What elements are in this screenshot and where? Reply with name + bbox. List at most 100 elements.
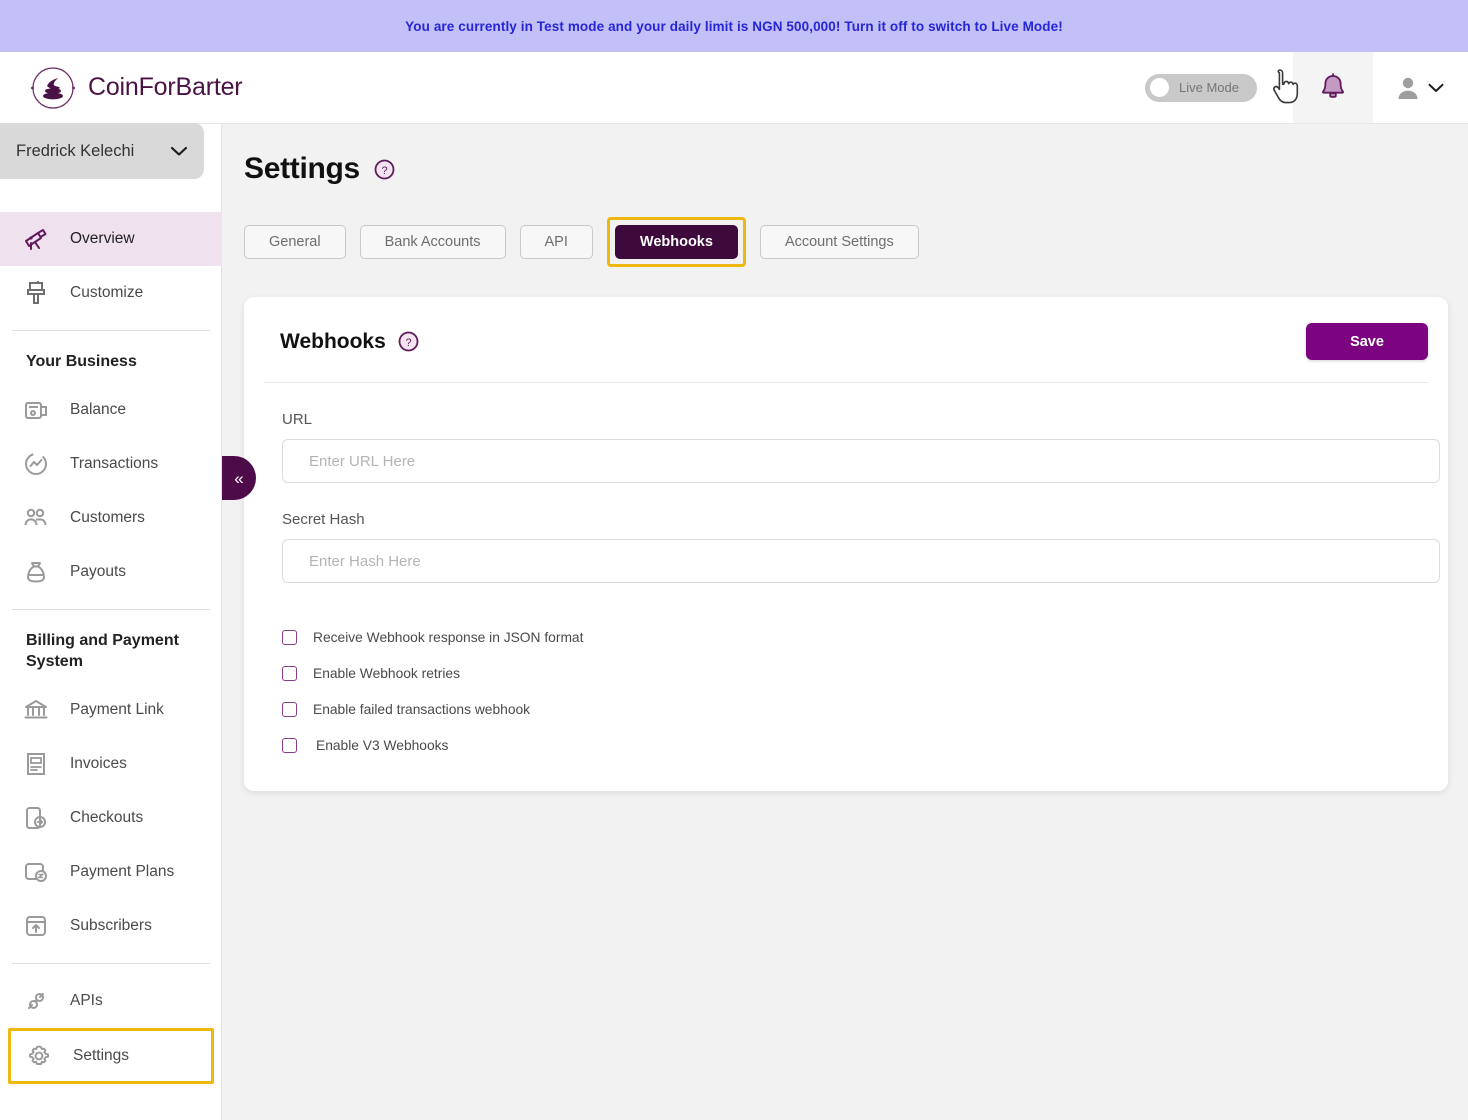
sidebar-item-payouts[interactable]: Payouts [0,545,222,599]
svg-text:?: ? [405,337,411,349]
sidebar-item-payment-link[interactable]: Payment Link [0,683,222,737]
customers-group-icon [22,504,50,532]
url-field-group: URL [264,411,1440,483]
account-menu-button[interactable] [1373,52,1468,123]
sidebar-nav: Overview Customize Your Business Balance… [0,212,222,1084]
page-title: Settings [244,152,360,185]
sidebar-divider-3 [12,962,210,964]
test-mode-banner-text: You are currently in Test mode and your … [405,18,1063,34]
tab-account-settings[interactable]: Account Settings [759,225,919,259]
telescope-icon [22,225,50,253]
sidebar-item-label: Checkouts [70,808,144,826]
chevron-down-icon [170,146,188,157]
chevron-down-icon [1428,83,1444,93]
user-avatar-icon [1397,76,1419,100]
invoice-document-icon [22,750,50,778]
notification-bell-icon [1316,71,1350,105]
checkbox-label: Enable Webhook retries [313,665,460,681]
webhooks-card: Webhooks ? Save URL Secret Hash [244,297,1448,791]
secret-hash-input[interactable] [282,539,1440,583]
sidebar-item-label: Payouts [70,562,127,580]
profile-name: Fredrick Kelechi [16,141,135,160]
checkbox-row-webhook-retries[interactable]: Enable Webhook retries [282,655,1428,691]
sidebar-item-label: Customize [70,284,144,301]
sidebar-item-label: Settings [73,1046,130,1064]
card-header: Webhooks ? Save [264,323,1428,360]
profile-selector[interactable]: Fredrick Kelechi [0,123,204,179]
page-title-row: Settings ? [244,152,1448,186]
transactions-chart-icon [22,450,50,478]
sidebar-item-subscribers[interactable]: Subscribers [0,899,222,953]
checkbox-row-failed-transactions[interactable]: Enable failed transactions webhook [282,691,1428,727]
paint-brush-icon [22,279,50,307]
sidebar-item-label: Payment Plans [70,862,175,880]
sidebar-item-checkouts[interactable]: Checkouts [0,791,222,845]
settings-tabs: General Bank Accounts API Webhooks Accou… [244,217,1448,267]
tab-api[interactable]: API [519,225,593,259]
secret-hash-field-group: Secret Hash [264,511,1440,583]
live-mode-toggle[interactable]: Live Mode [1145,73,1257,102]
sidebar-divider-1 [12,330,210,331]
sidebar-item-payment-plans[interactable]: Payment Plans [0,845,222,899]
top-bar-right: Live Mode [1145,52,1468,123]
checkbox-icon[interactable] [282,737,297,753]
save-button[interactable]: Save [1306,323,1428,360]
sidebar-item-apis[interactable]: APIs [0,974,222,1028]
checkbox-icon[interactable] [282,665,297,681]
url-field-label: URL [282,411,313,428]
sidebar-item-customize[interactable]: Customize [0,266,222,320]
subscribers-icon [22,912,50,940]
checkbox-label: Enable failed transactions webhook [313,701,531,717]
sidebar-item-label: Subscribers [70,916,152,934]
sidebar-item-balance[interactable]: Balance [0,383,222,437]
test-mode-banner: You are currently in Test mode and your … [0,0,1468,52]
tab-bank-accounts[interactable]: Bank Accounts [359,225,506,259]
card-divider [264,382,1428,383]
sidebar-item-settings[interactable]: Settings [8,1027,214,1084]
sidebar-item-label: Overview [70,230,135,247]
url-input[interactable] [282,439,1440,483]
live-mode-label: Live Mode [1179,80,1239,95]
pointer-hand-cursor-icon [1269,66,1303,106]
sidebar-item-invoices[interactable]: Invoices [0,737,222,791]
checkbox-icon[interactable] [282,629,297,645]
checkout-arrow-icon [22,804,50,832]
sidebar-item-label: Balance [70,400,127,418]
question-mark-circle-icon[interactable]: ? [398,331,419,352]
sidebar: Fredrick Kelechi Overview Customize Your… [0,123,222,1120]
sidebar-item-overview[interactable]: Overview [0,212,222,266]
sidebar-item-label: Invoices [70,754,127,772]
double-chevron-left-icon: « [234,468,244,488]
checkbox-label: Enable V3 Webhooks [316,737,449,753]
sidebar-section-your-business: Your Business [26,353,137,370]
sidebar-divider-2 [12,608,210,610]
sidebar-item-label: APIs [70,991,103,1009]
card-title: Webhooks [280,329,386,353]
tab-general[interactable]: General [244,225,346,259]
plug-connector-icon [22,987,50,1015]
brand-logo[interactable]: CoinForBarter [0,65,243,111]
checkbox-row-v3-webhooks[interactable]: Enable V3 Webhooks [282,727,1428,763]
sidebar-item-label: Transactions [70,454,159,472]
sidebar-section-billing: Billing and Payment System [26,631,179,671]
checkbox-row-json-format[interactable]: Receive Webhook response in JSON format [282,619,1428,655]
brand-name: CoinForBarter [88,73,243,101]
notifications-button[interactable] [1273,52,1373,123]
tab-webhooks[interactable]: Webhooks [614,225,738,259]
money-bag-icon [22,558,50,586]
coinforbarter-logo-icon [30,65,76,111]
sidebar-item-label: Payment Link [70,700,164,718]
question-mark-circle-icon[interactable]: ? [374,159,395,180]
sidebar-item-customers[interactable]: Customers [0,491,222,545]
secret-hash-field-label: Secret Hash [282,511,365,528]
webhook-options-list: Receive Webhook response in JSON format … [264,583,1428,763]
checkbox-icon[interactable] [282,701,297,717]
tab-webhooks-highlight: Webhooks [606,217,746,267]
main-content: Settings ? General Bank Accounts API Web… [222,124,1468,1120]
svg-text:?: ? [381,164,387,176]
sidebar-item-transactions[interactable]: Transactions [0,437,222,491]
toggle-knob-icon [1150,78,1170,97]
gear-icon [25,1042,53,1070]
wallet-icon [22,396,50,424]
app-page: You are currently in Test mode and your … [0,0,1468,1120]
